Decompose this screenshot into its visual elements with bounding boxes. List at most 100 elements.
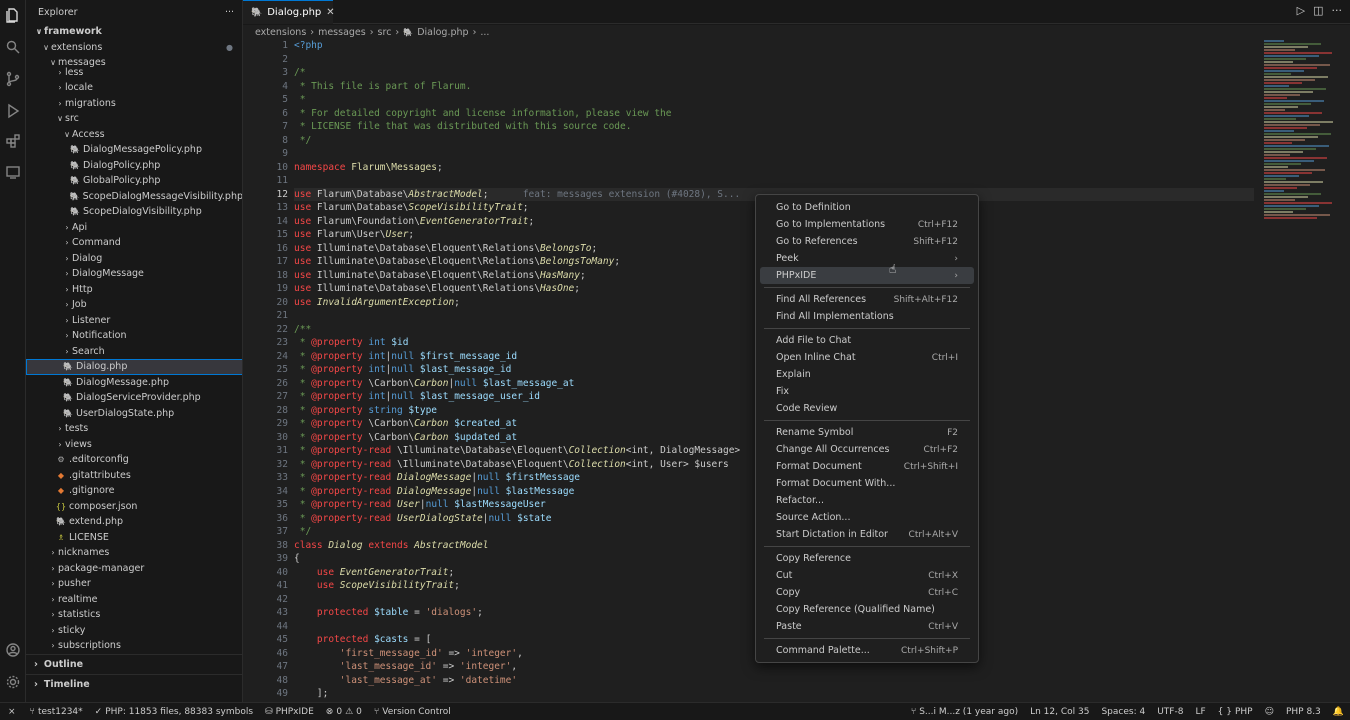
- tree-file[interactable]: 🐘 GlobalPolicy.php: [26, 173, 242, 189]
- tree-file[interactable]: ◆ .gitattributes: [26, 468, 242, 484]
- tree-folder[interactable]: › Api: [26, 220, 242, 236]
- breadcrumb-item[interactable]: Dialog.php: [417, 27, 468, 38]
- menu-item-start-dictation-in-editor[interactable]: Start Dictation in Editor Ctrl+Alt+V: [760, 526, 974, 543]
- code-line[interactable]: [294, 53, 1254, 67]
- tree-folder[interactable]: › sticky: [26, 623, 242, 639]
- vcs-status[interactable]: ⑂ Version Control: [368, 707, 457, 717]
- copilot-icon[interactable]: ☺: [1259, 707, 1280, 717]
- tree-folder[interactable]: › DialogMessage: [26, 266, 242, 282]
- code-line[interactable]: <?php: [294, 39, 1254, 53]
- code-line[interactable]: * This file is part of Flarum.: [294, 80, 1254, 94]
- end-of-line[interactable]: LF: [1189, 707, 1211, 717]
- tree-folder[interactable]: ∨ src: [26, 111, 242, 127]
- code-line[interactable]: /*: [294, 66, 1254, 80]
- tree-file[interactable]: 🐘 DialogServiceProvider.php: [26, 390, 242, 406]
- tab-dialog-php[interactable]: 🐘 Dialog.php ✕: [243, 0, 335, 24]
- timeline-panel-header[interactable]: › Timeline: [26, 674, 242, 694]
- tree-folder[interactable]: ∨ Access: [26, 127, 242, 143]
- search-icon[interactable]: [4, 38, 22, 56]
- tree-folder[interactable]: › migrations: [26, 96, 242, 112]
- breadcrumb-item[interactable]: extensions: [255, 27, 306, 38]
- menu-item-add-file-to-chat[interactable]: Add File to Chat: [760, 332, 974, 349]
- menu-item-fix[interactable]: Fix: [760, 383, 974, 400]
- menu-item-go-to-definition[interactable]: Go to Definition: [760, 199, 974, 216]
- tree-folder[interactable]: › locale: [26, 80, 242, 96]
- remote-explorer-icon[interactable]: [4, 163, 22, 181]
- php-version[interactable]: PHP 8.3: [1280, 707, 1327, 717]
- tree-folder[interactable]: › Dialog: [26, 251, 242, 267]
- tree-file[interactable]: 🐘 ScopeDialogMessageVisibility.php: [26, 189, 242, 205]
- tree-folder[interactable]: › pusher: [26, 576, 242, 592]
- account-icon[interactable]: [4, 641, 22, 659]
- menu-item-find-all-implementations[interactable]: Find All Implementations: [760, 308, 974, 325]
- menu-item-go-to-references[interactable]: Go to References Shift+F12: [760, 233, 974, 250]
- tree-file[interactable]: {} composer.json: [26, 499, 242, 515]
- minimap[interactable]: [1264, 39, 1334, 239]
- tree-folder[interactable]: › subscriptions: [26, 638, 242, 654]
- menu-item-command-palette[interactable]: Command Palette... Ctrl+Shift+P: [760, 642, 974, 659]
- code-line[interactable]: 'last_message_at' => 'datetime': [294, 674, 1254, 688]
- tree-file[interactable]: 🐘 DialogPolicy.php: [26, 158, 242, 174]
- breadcrumb-item[interactable]: ...: [480, 27, 489, 38]
- menu-item-rename-symbol[interactable]: Rename Symbol F2: [760, 424, 974, 441]
- tree-folder[interactable]: ∨ framework: [26, 24, 242, 40]
- menu-item-code-review[interactable]: Code Review: [760, 400, 974, 417]
- problems-status[interactable]: ⊗ 0 ⚠ 0: [320, 707, 368, 717]
- split-editor-icon[interactable]: ◫: [1313, 4, 1323, 17]
- tree-folder[interactable]: › less: [26, 65, 242, 81]
- tree-folder[interactable]: › realtime: [26, 592, 242, 608]
- source-control-icon[interactable]: [4, 70, 22, 88]
- tree-file[interactable]: ◆ .gitignore: [26, 483, 242, 499]
- menu-item-phpxide[interactable]: PHPxIDE ›: [760, 267, 974, 284]
- tree-file[interactable]: 🐘 ScopeDialogVisibility.php: [26, 204, 242, 220]
- code-line[interactable]: */: [294, 134, 1254, 148]
- tree-file[interactable]: ⚙ .editorconfig: [26, 452, 242, 468]
- blame-status[interactable]: ⑂ S...i M...z (1 year ago): [905, 707, 1024, 717]
- tree-folder[interactable]: ∨ extensions ●: [26, 40, 242, 56]
- remote-icon[interactable]: ⨯: [0, 707, 24, 717]
- menu-item-change-all-occurrences[interactable]: Change All Occurrences Ctrl+F2: [760, 441, 974, 458]
- tree-file[interactable]: 🐘 extend.php: [26, 514, 242, 530]
- indentation[interactable]: Spaces: 4: [1095, 707, 1151, 717]
- code-line[interactable]: [294, 174, 1254, 188]
- explorer-icon[interactable]: [4, 6, 22, 24]
- tree-folder[interactable]: › tests: [26, 421, 242, 437]
- extensions-icon[interactable]: [4, 132, 22, 150]
- menu-item-explain[interactable]: Explain: [760, 366, 974, 383]
- tree-file[interactable]: 🐘 Dialog.php: [26, 359, 242, 375]
- tree-folder[interactable]: › Http: [26, 282, 242, 298]
- tree-folder[interactable]: › Command: [26, 235, 242, 251]
- tree-folder[interactable]: › Search: [26, 344, 242, 360]
- run-debug-icon[interactable]: [4, 102, 22, 120]
- menu-item-go-to-implementations[interactable]: Go to Implementations Ctrl+F12: [760, 216, 974, 233]
- tree-folder[interactable]: › views: [26, 437, 242, 453]
- menu-item-open-inline-chat[interactable]: Open Inline Chat Ctrl+I: [760, 349, 974, 366]
- phpxide-status[interactable]: ⛁ PHPxIDE: [259, 707, 320, 717]
- code-line[interactable]: * For detailed copyright and license inf…: [294, 107, 1254, 121]
- close-icon[interactable]: ✕: [326, 7, 334, 18]
- code-line[interactable]: [294, 147, 1254, 161]
- branch-status[interactable]: ⑂ test1234*: [24, 707, 89, 717]
- cursor-position[interactable]: Ln 12, Col 35: [1024, 707, 1095, 717]
- menu-item-cut[interactable]: Cut Ctrl+X: [760, 567, 974, 584]
- outline-panel-header[interactable]: › Outline: [26, 654, 242, 674]
- menu-item-format-document-with[interactable]: Format Document With...: [760, 475, 974, 492]
- tree-folder[interactable]: › Listener: [26, 313, 242, 329]
- notifications-bell-icon[interactable]: 🔔: [1327, 707, 1350, 717]
- menu-item-format-document[interactable]: Format Document Ctrl+Shift+I: [760, 458, 974, 475]
- code-line[interactable]: * LICENSE file that was distributed with…: [294, 120, 1254, 134]
- code-line[interactable]: namespace Flarum\Messages;: [294, 161, 1254, 175]
- breadcrumb-item[interactable]: messages: [318, 27, 366, 38]
- tree-folder[interactable]: › statistics: [26, 607, 242, 623]
- tree-file[interactable]: 🐘 DialogMessagePolicy.php: [26, 142, 242, 158]
- menu-item-copy-reference[interactable]: Copy Reference: [760, 550, 974, 567]
- tree-file[interactable]: ♗ LICENSE: [26, 530, 242, 546]
- code-line[interactable]: *: [294, 93, 1254, 107]
- menu-item-find-all-references[interactable]: Find All References Shift+Alt+F12: [760, 291, 974, 308]
- menu-item-source-action[interactable]: Source Action...: [760, 509, 974, 526]
- tree-folder[interactable]: › nicknames: [26, 545, 242, 561]
- tree-file[interactable]: 🐘 UserDialogState.php: [26, 406, 242, 422]
- more-actions-icon[interactable]: ···: [1332, 4, 1343, 17]
- language-mode[interactable]: { } PHP: [1212, 707, 1259, 717]
- tree-folder[interactable]: › Notification: [26, 328, 242, 344]
